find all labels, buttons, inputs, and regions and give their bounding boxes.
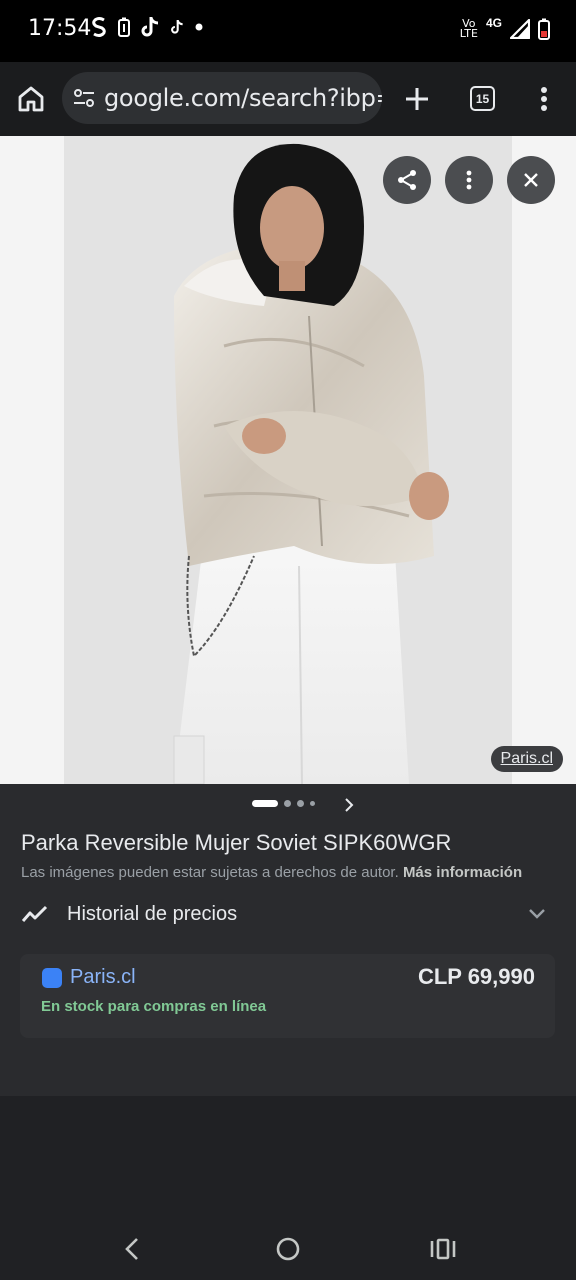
- seller-price: CLP 69,990: [417, 964, 535, 989]
- copyright-notice: Las imágenes pueden estar sujetas a dere…: [21, 864, 522, 881]
- browser-menu-icon[interactable]: [532, 84, 556, 114]
- status-bar: 17:54 Vo LTE 4G: [0, 0, 576, 62]
- pager-dot: [297, 800, 304, 807]
- battery-saver-icon: [118, 17, 130, 37]
- recents-icon[interactable]: [428, 1234, 458, 1264]
- system-icons: Vo LTE 4G: [459, 16, 550, 40]
- tab-count: 15: [475, 91, 490, 106]
- home-icon[interactable]: [16, 84, 46, 114]
- tab-switcher-button[interactable]: 15: [470, 86, 495, 111]
- pager-dot: [310, 801, 315, 806]
- volte-label-bottom: LTE: [459, 27, 478, 40]
- s-icon: [92, 17, 106, 37]
- chevron-down-icon[interactable]: [528, 908, 546, 920]
- price-history-row[interactable]: Historial de precios: [0, 896, 576, 936]
- copyright-text: Las imágenes pueden estar sujetas a dere…: [21, 864, 399, 881]
- stock-status: En stock para compras en línea: [41, 998, 267, 1015]
- status-time: 17:54: [28, 16, 92, 41]
- new-tab-icon[interactable]: [402, 84, 432, 114]
- tiktok-small-icon: [171, 20, 183, 34]
- image-source-chip[interactable]: Paris.cl: [490, 746, 563, 772]
- seller-card[interactable]: Paris.cl CLP 69,990 En stock para compra…: [20, 954, 555, 1038]
- system-navigation-bar: [0, 1216, 576, 1280]
- product-info-panel: Parka Reversible Mujer Soviet SIPK60WGR …: [0, 784, 576, 1096]
- image-pager[interactable]: [252, 800, 315, 807]
- site-settings-icon[interactable]: [72, 86, 96, 110]
- share-button[interactable]: [383, 156, 431, 204]
- url-text[interactable]: google.com/search?ibp=gwp: [104, 84, 382, 112]
- product-photo-illustration: [173, 143, 449, 784]
- more-options-button[interactable]: [445, 156, 493, 204]
- pager-dot-active: [252, 800, 278, 807]
- chevron-right-icon[interactable]: [342, 796, 356, 814]
- address-bar[interactable]: google.com/search?ibp=gwp: [62, 72, 382, 124]
- battery-icon: [538, 18, 550, 40]
- notification-icons: [90, 16, 204, 38]
- close-icon: [524, 173, 538, 187]
- browser-toolbar: google.com/search?ibp=gwp 15: [0, 62, 576, 136]
- back-icon[interactable]: [118, 1234, 148, 1264]
- seller-name[interactable]: Paris.cl: [70, 966, 136, 989]
- share-icon: [398, 170, 416, 190]
- more-vert-icon: [466, 170, 472, 190]
- signal-icon: [510, 19, 530, 39]
- product-image[interactable]: [64, 136, 512, 784]
- close-button[interactable]: [507, 156, 555, 204]
- trending-icon: [22, 905, 48, 922]
- product-title: Parka Reversible Mujer Soviet SIPK60WGR: [21, 830, 452, 855]
- pager-dot: [284, 800, 291, 807]
- home-circle-icon[interactable]: [273, 1234, 303, 1264]
- image-viewer[interactable]: Paris.cl: [0, 136, 576, 784]
- paris-logo-icon: [42, 968, 62, 988]
- price-history-label: Historial de precios: [67, 903, 238, 925]
- dot-icon: [195, 23, 203, 31]
- network-type: 4G: [485, 16, 502, 30]
- tiktok-icon: [141, 17, 159, 37]
- more-info-link[interactable]: Más información: [403, 864, 522, 881]
